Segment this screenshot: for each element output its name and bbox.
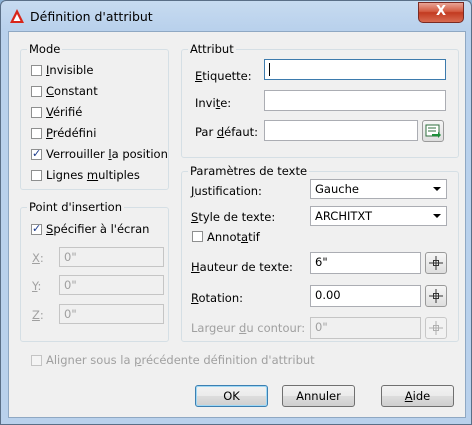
rotation-input[interactable]: 0.00 bbox=[310, 285, 421, 307]
annotative-label[interactable]: Annotatif bbox=[207, 230, 260, 244]
justification-select[interactable]: Gauche bbox=[310, 179, 447, 199]
x-label: X: bbox=[32, 251, 44, 265]
attribute-group-title: Attribut bbox=[188, 42, 236, 56]
preset-checkbox[interactable] bbox=[31, 128, 42, 139]
rotation-label: Rotation: bbox=[191, 291, 243, 305]
cancel-button[interactable]: Annuler bbox=[282, 385, 355, 407]
text-style-select[interactable]: ARCHITXT bbox=[310, 206, 447, 226]
specify-on-screen-label[interactable]: Spécifier à l'écran bbox=[46, 222, 149, 236]
close-button[interactable]: X bbox=[418, 2, 464, 23]
tag-label: Etiquette: bbox=[195, 69, 252, 83]
insertion-group-title: Point d'insertion bbox=[27, 200, 124, 214]
crosshair-pick-icon bbox=[429, 321, 443, 335]
boundary-width-label: Largeur du contour: bbox=[191, 321, 306, 335]
text-cursor bbox=[269, 63, 270, 76]
specify-on-screen-checkbox[interactable] bbox=[31, 222, 42, 235]
verify-checkbox[interactable] bbox=[31, 107, 42, 118]
dialog-client-area: Mode Invisible Constant Vérifié Prédéfin… bbox=[8, 31, 466, 418]
text-height-input[interactable]: 6" bbox=[310, 252, 421, 274]
insert-field-button[interactable] bbox=[422, 120, 444, 142]
y-label: Y: bbox=[32, 279, 42, 293]
boundary-width-input[interactable]: 0" bbox=[310, 317, 421, 339]
prompt-input[interactable] bbox=[264, 90, 446, 111]
crosshair-pick-icon bbox=[429, 289, 443, 303]
prompt-label: Invite: bbox=[195, 96, 232, 110]
align-below-previous-label: Aligner sous la précédente définition d'… bbox=[46, 353, 315, 367]
text-style-label: Style de texte: bbox=[191, 210, 276, 224]
chevron-down-icon bbox=[433, 187, 441, 191]
multiple-lines-label[interactable]: Lignes multiples bbox=[46, 168, 140, 182]
justification-label: Justification: bbox=[191, 184, 262, 198]
align-below-previous-checkbox[interactable] bbox=[31, 355, 42, 366]
help-button[interactable]: Aide bbox=[381, 385, 454, 407]
lock-position-checkbox[interactable] bbox=[31, 147, 42, 160]
verify-label[interactable]: Vérifié bbox=[46, 105, 82, 119]
constant-label[interactable]: Constant bbox=[46, 84, 98, 98]
preset-label[interactable]: Prédéfini bbox=[46, 126, 96, 140]
invisible-checkbox[interactable] bbox=[31, 65, 42, 76]
pick-boundary-width-button[interactable] bbox=[425, 317, 447, 339]
annotative-checkbox[interactable] bbox=[192, 231, 203, 242]
insert-field-icon bbox=[425, 124, 441, 138]
z-input[interactable]: 0" bbox=[59, 304, 164, 324]
constant-checkbox[interactable] bbox=[31, 86, 42, 97]
multiple-lines-checkbox[interactable] bbox=[31, 170, 42, 181]
crosshair-pick-icon bbox=[429, 256, 443, 270]
text-height-label: Hauteur de texte: bbox=[191, 260, 293, 274]
lock-position-label[interactable]: Verrouiller la position bbox=[46, 147, 168, 161]
tag-input[interactable] bbox=[264, 59, 446, 80]
pick-height-button[interactable] bbox=[425, 252, 447, 274]
autocad-app-icon bbox=[10, 9, 24, 23]
dialog-window: Définition d'attribut X Mode Invisible C… bbox=[0, 0, 472, 425]
window-title: Définition d'attribut bbox=[30, 9, 153, 24]
y-input[interactable]: 0" bbox=[59, 275, 164, 295]
pick-rotation-button[interactable] bbox=[425, 285, 447, 307]
invisible-label[interactable]: Invisible bbox=[46, 63, 93, 77]
title-bar[interactable]: Définition d'attribut X bbox=[1, 1, 471, 31]
default-label: Par défaut: bbox=[195, 125, 259, 139]
text-settings-group-title: Paramètres de texte bbox=[188, 164, 310, 178]
chevron-down-icon bbox=[433, 214, 441, 218]
z-label: Z: bbox=[32, 308, 44, 322]
default-input[interactable] bbox=[264, 120, 418, 141]
x-input[interactable]: 0" bbox=[59, 247, 164, 267]
ok-button[interactable]: OK bbox=[195, 385, 268, 407]
mode-group-title: Mode bbox=[27, 42, 63, 56]
